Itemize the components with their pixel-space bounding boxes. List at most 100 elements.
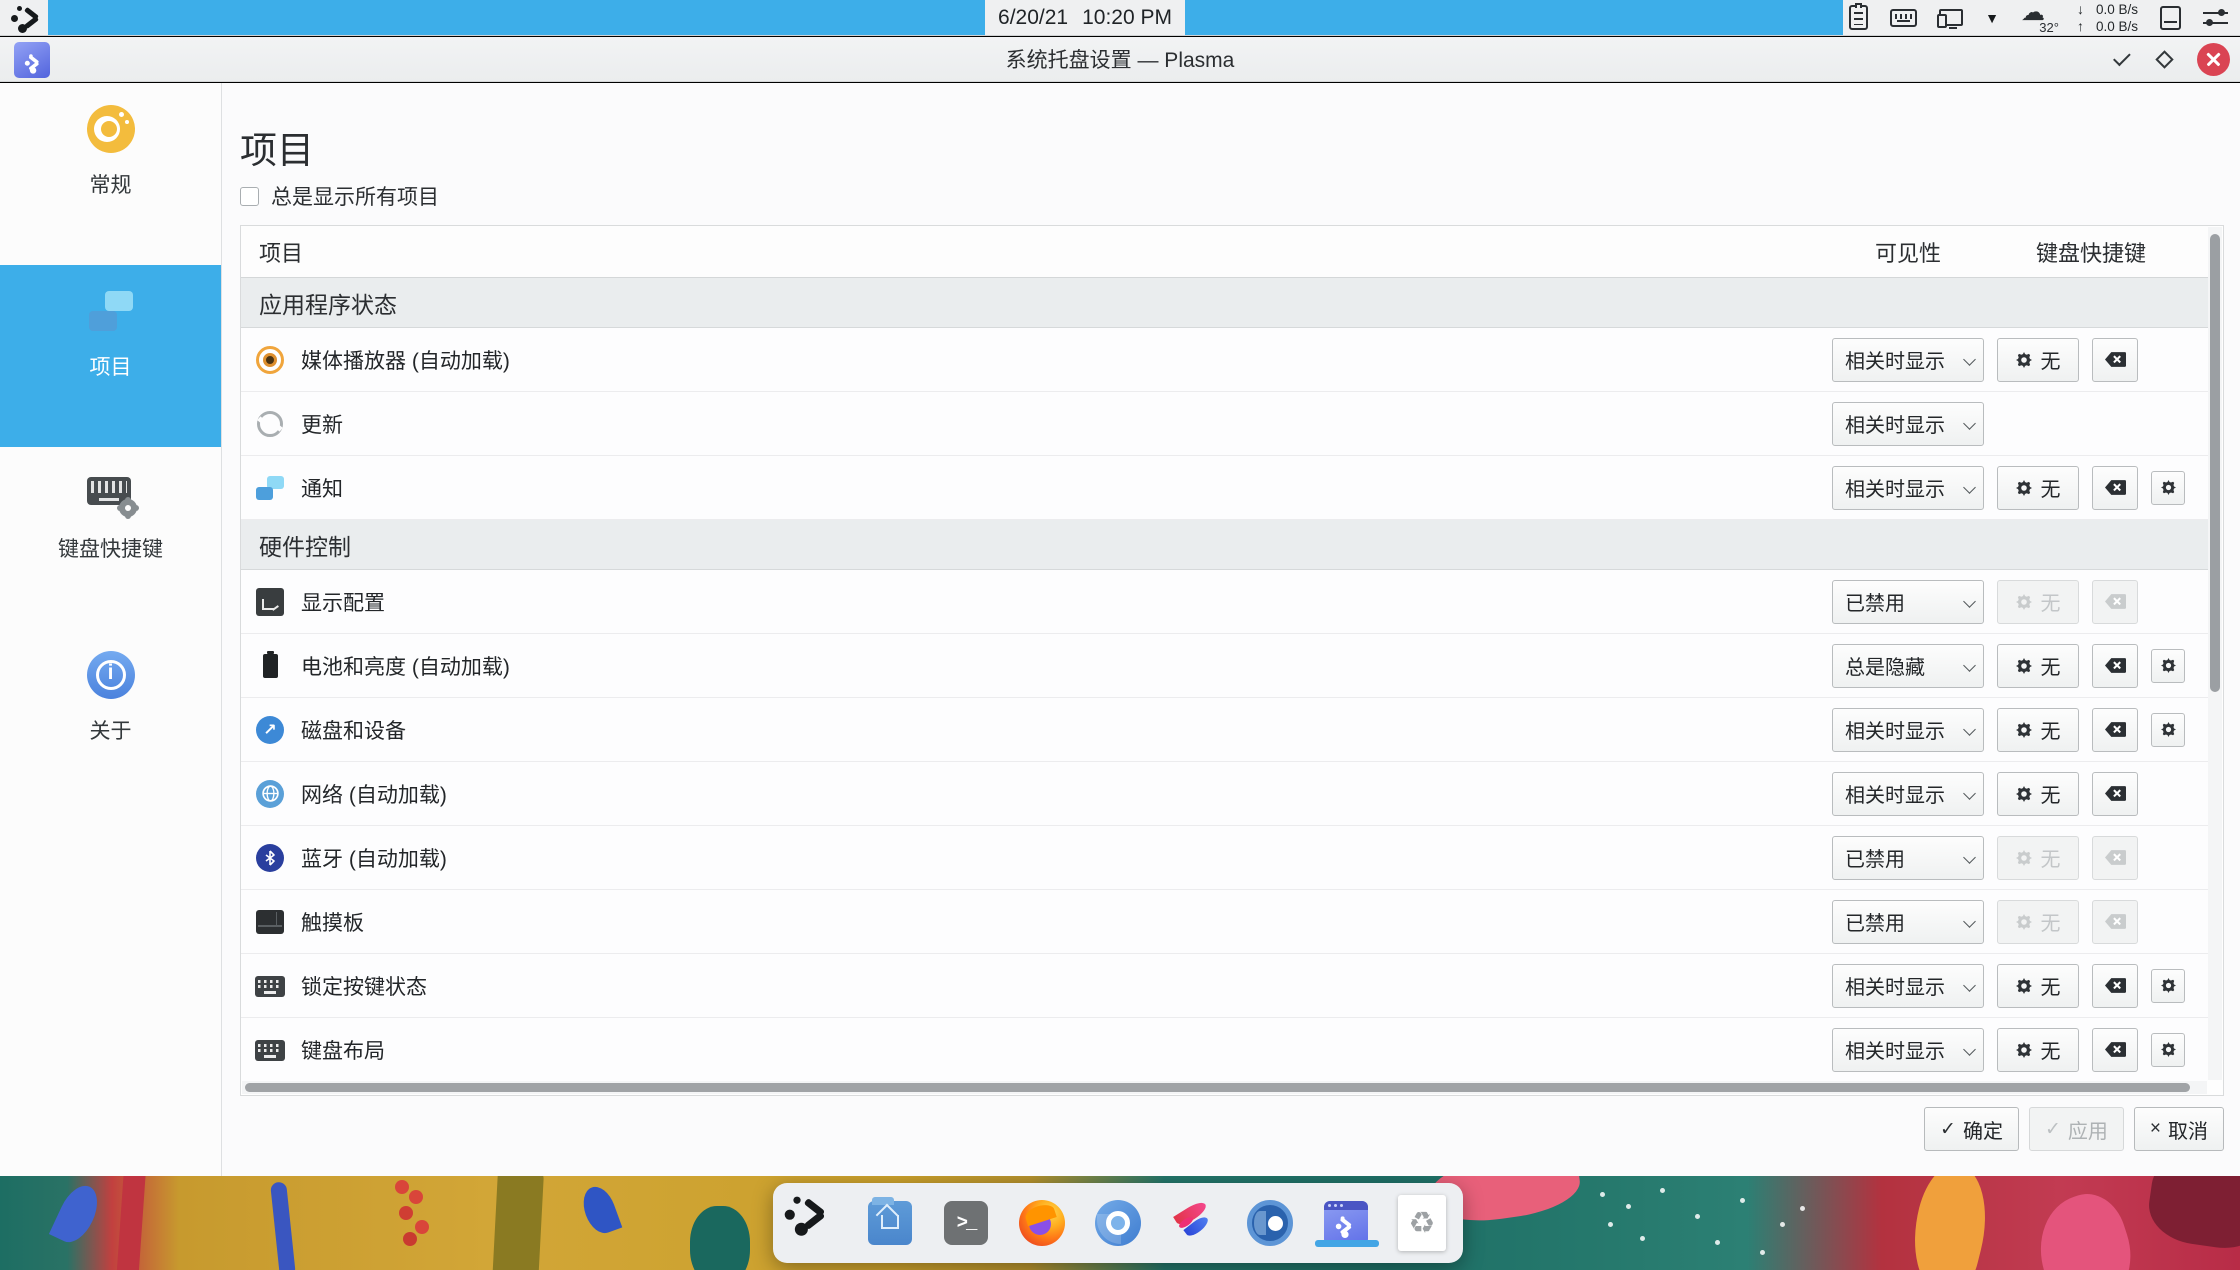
visibility-select[interactable]: 总是隐藏 [1832, 644, 1984, 688]
gear-icon [2161, 1042, 2176, 1057]
entry-settings-button[interactable] [2151, 649, 2185, 683]
vertical-scrollbar[interactable] [2208, 227, 2222, 1080]
dock-item[interactable] [865, 1183, 915, 1263]
dock-item[interactable] [1245, 1183, 1295, 1263]
visibility-select[interactable]: 相关时显示 [1832, 708, 1984, 752]
close-button[interactable] [2197, 43, 2230, 76]
sidebar-item-entries[interactable]: 项目 [0, 265, 221, 447]
cancel-button[interactable]: × 取消 [2134, 1107, 2224, 1151]
app-launcher-icon[interactable] [790, 1199, 838, 1247]
apply-button[interactable]: ✓ 应用 [2029, 1107, 2124, 1151]
maximize-button[interactable] [2155, 50, 2173, 68]
dock-item[interactable] [789, 1183, 839, 1263]
sidebar-item-shortcuts[interactable]: 键盘快捷键 [0, 447, 221, 629]
visibility-value: 相关时显示 [1845, 971, 1945, 1000]
checkbox-icon[interactable] [240, 187, 259, 206]
clear-shortcut-button[interactable] [2092, 772, 2138, 816]
clear-shortcut-button[interactable] [2092, 466, 2138, 510]
entry-settings-button[interactable] [2151, 1033, 2185, 1067]
entry-settings-button[interactable] [2151, 969, 2185, 1003]
expand-arrow-icon[interactable]: ▼ [1985, 11, 1999, 25]
shortcut-value: 无 [2041, 907, 2061, 936]
clear-shortcut-button[interactable] [2092, 580, 2138, 624]
visibility-select[interactable]: 已禁用 [1832, 836, 1984, 880]
dock-item[interactable]: >_ [941, 1183, 991, 1263]
clear-shortcut-button[interactable] [2092, 644, 2138, 688]
shortcut-button[interactable]: 无 [1997, 644, 2079, 688]
digital-clock[interactable]: 6/20/21 10:20 PM [985, 0, 1185, 35]
shortcut-button[interactable]: 无 [1997, 466, 2079, 510]
scrollbar-thumb[interactable] [2210, 234, 2220, 692]
network-speed-widget[interactable]: ↓ 0.0 B/s ↑ 0.0 B/s [2077, 1, 2138, 34]
shortcut-button[interactable]: 无 [1997, 900, 2079, 944]
gear-icon [2161, 722, 2176, 737]
systray-settings-icon[interactable] [1322, 1199, 1370, 1247]
tray-entry-row: ↗磁盘和设备相关时显示无 [241, 698, 2208, 762]
clipboard-icon[interactable] [1849, 5, 1868, 30]
terminal-icon[interactable]: >_ [942, 1199, 990, 1247]
desktop-wallpaper: >_ ♻ [0, 1176, 2240, 1270]
window-titlebar[interactable]: 系统托盘设置 — Plasma [0, 37, 2240, 82]
entry-label: 通知 [301, 473, 343, 503]
dock-item[interactable] [1321, 1183, 1371, 1263]
file-manager-icon[interactable] [866, 1199, 914, 1247]
dock-item[interactable] [1093, 1183, 1143, 1263]
sidebar-item-general[interactable]: 常规 [0, 83, 221, 265]
shortcut-button[interactable]: 无 [1997, 836, 2079, 880]
lens-app-icon[interactable] [1246, 1199, 1294, 1247]
clock-time: 10:20 PM [1082, 6, 1172, 30]
visibility-value: 已禁用 [1845, 587, 1905, 616]
visibility-select[interactable]: 相关时显示 [1832, 964, 1984, 1008]
weather-icon[interactable]: ☁ 32° [2021, 3, 2055, 33]
clear-shortcut-button[interactable] [2092, 900, 2138, 944]
shortcut-value: 无 [2041, 473, 2061, 502]
entry-label: 键盘布局 [301, 1035, 385, 1065]
shortcut-button[interactable]: 无 [1997, 708, 2079, 752]
keyboard-tray-icon[interactable] [1890, 9, 1917, 27]
clear-shortcut-button[interactable] [2092, 1028, 2138, 1072]
app-launcher-icon[interactable] [6, 2, 44, 34]
minimize-button[interactable] [2113, 49, 2131, 67]
visibility-select[interactable]: 已禁用 [1832, 580, 1984, 624]
bluetooth-icon [255, 843, 285, 873]
visibility-select[interactable]: 相关时显示 [1832, 466, 1984, 510]
clear-shortcut-button[interactable] [2092, 964, 2138, 1008]
gear-icon [2016, 786, 2032, 802]
visibility-select[interactable]: 相关时显示 [1832, 338, 1984, 382]
dock-item[interactable]: ♻ [1397, 1183, 1447, 1263]
entry-controls: 已禁用 无 [1832, 900, 2185, 944]
swoosh-app-icon[interactable] [1170, 1199, 1218, 1247]
trash-icon[interactable]: ♻ [1398, 1199, 1446, 1247]
shortcut-button[interactable]: 无 [1997, 338, 2079, 382]
clear-shortcut-button[interactable] [2092, 836, 2138, 880]
ok-button[interactable]: ✓ 确定 [1924, 1107, 2019, 1151]
show-all-entries-checkbox[interactable]: 总是显示所有项目 [240, 181, 439, 211]
visibility-select[interactable]: 相关时显示 [1832, 402, 1984, 446]
sidebar-item-about[interactable]: i 关于 [0, 629, 221, 811]
visibility-select[interactable]: 已禁用 [1832, 900, 1984, 944]
visibility-value: 相关时显示 [1845, 779, 1945, 808]
clear-shortcut-button[interactable] [2092, 708, 2138, 752]
shortcut-button[interactable]: 无 [1997, 964, 2079, 1008]
dock-item[interactable] [1169, 1183, 1219, 1263]
visibility-select[interactable]: 相关时显示 [1832, 1028, 1984, 1072]
chromium-icon[interactable] [1094, 1199, 1142, 1247]
active-task-strip[interactable] [1185, 0, 1843, 35]
dock-item[interactable] [1017, 1183, 1067, 1263]
kdeconnect-icon[interactable] [1939, 9, 1963, 26]
sliders-icon[interactable] [2203, 7, 2228, 29]
shortcut-value: 无 [2041, 345, 2061, 374]
entry-settings-button[interactable] [2151, 713, 2185, 747]
shortcut-value: 无 [2041, 651, 2061, 680]
horizontal-scrollbar[interactable] [242, 1081, 2207, 1094]
firefox-icon[interactable] [1018, 1199, 1066, 1247]
shortcut-button[interactable]: 无 [1997, 580, 2079, 624]
battery-tray-icon[interactable] [2160, 6, 2181, 30]
shortcut-button[interactable]: 无 [1997, 1028, 2079, 1072]
shortcut-button[interactable]: 无 [1997, 772, 2079, 816]
visibility-select[interactable]: 相关时显示 [1832, 772, 1984, 816]
entry-settings-button[interactable] [2151, 471, 2185, 505]
scrollbar-thumb[interactable] [245, 1083, 2190, 1092]
clear-shortcut-button[interactable] [2092, 338, 2138, 382]
active-task-strip[interactable] [48, 0, 985, 35]
